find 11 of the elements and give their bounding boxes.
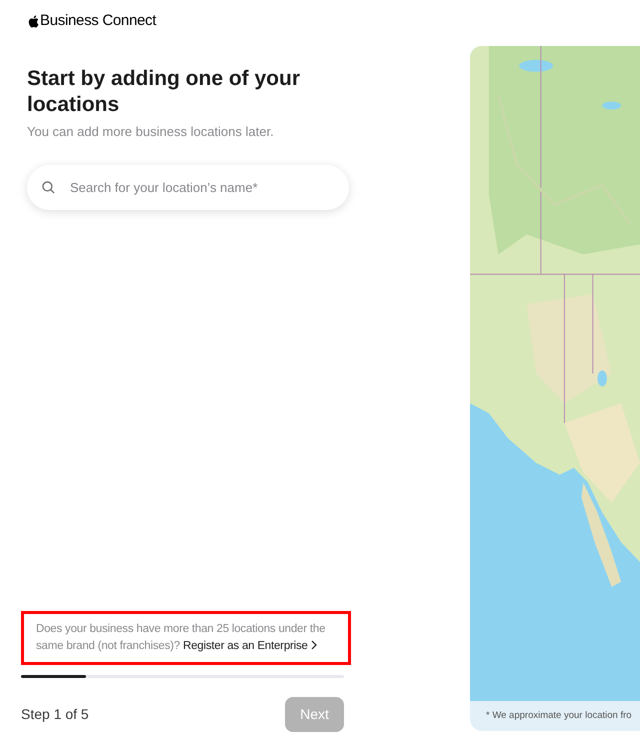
enterprise-link[interactable]: Register as an Enterprise: [182, 640, 317, 652]
enterprise-notice: Does your business have more than 25 locations under the same brand (not franchises)? Register as an Enterprise: [21, 611, 351, 665]
search-field[interactable]: Search for your location’s name*: [70, 178, 334, 198]
chevron-right-icon: [310, 640, 317, 650]
map-caption: * We approximate your location fro: [486, 708, 632, 723]
page-heading: Start by adding one of your locations: [27, 66, 302, 118]
page-subheading: You can add more business locations later.: [27, 122, 275, 140]
step-indicator: Step 1 of 5: [21, 705, 89, 724]
brand-name: Business Connect: [40, 11, 156, 31]
apple-logo-icon: [28, 14, 39, 28]
search-icon: [42, 181, 55, 194]
